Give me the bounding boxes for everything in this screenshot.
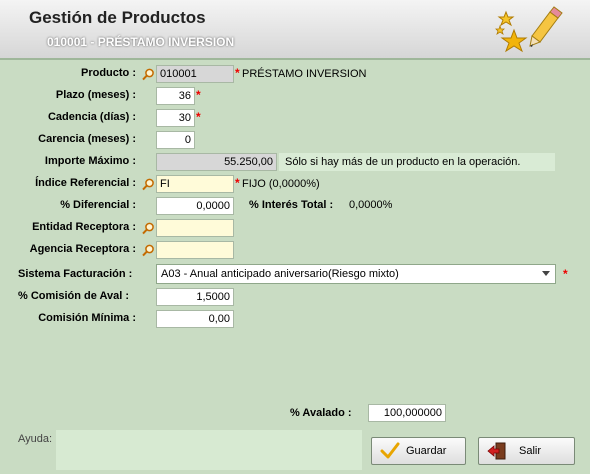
cadencia-field[interactable]: 30 (156, 109, 195, 127)
agencia-receptora-label: Agencia Receptora : (29, 243, 136, 255)
carencia-label: Carencia (meses) : (38, 133, 136, 145)
comision-aval-field[interactable]: 1,5000 (156, 288, 234, 306)
cadencia-label: Cadencia (días) : (47, 111, 136, 123)
sistema-facturacion-select[interactable]: A03 - Anual anticipado aniversario(Riesg… (156, 264, 556, 284)
exit-button[interactable]: Salir (478, 437, 575, 465)
producto-code-field[interactable]: 010001 (156, 65, 234, 83)
save-button[interactable]: Guardar (371, 437, 466, 465)
diferencial-field[interactable]: 0,0000 (156, 197, 234, 215)
agencia-receptora-field[interactable] (156, 241, 234, 259)
importe-maximo-hint: Sólo si hay más de un producto en la ope… (279, 153, 555, 171)
avalado-field[interactable]: 100,000000 (368, 404, 446, 422)
entidad-receptora-label: Entidad Receptora : (32, 221, 136, 233)
save-label: Guardar (406, 445, 447, 457)
sistema-facturacion-label: Sistema Facturación : (18, 268, 133, 280)
magnifier-icon[interactable] (142, 178, 155, 191)
avalado-label: % Avalado : (290, 407, 352, 419)
producto-label: Producto : (81, 67, 136, 79)
required-marker: * (196, 110, 201, 124)
exit-label: Salir (519, 445, 542, 457)
comision-aval-label: % Comisión de Aval : (18, 290, 130, 302)
magnifier-icon[interactable] (142, 68, 155, 81)
interes-total-value: 0,0000% (349, 199, 393, 211)
plazo-label: Plazo (meses) : (55, 89, 136, 101)
required-marker: * (235, 176, 240, 190)
interes-total-label: % Interés Total : (249, 199, 334, 211)
stars-pencil-icon (495, 6, 563, 53)
entidad-receptora-field[interactable] (156, 219, 234, 237)
help-text-area (56, 430, 362, 470)
importe-maximo-field: 55.250,00 (156, 153, 277, 171)
indice-referencial-field[interactable]: FI (156, 175, 234, 193)
indice-referencial-label: Índice Referencial : (35, 177, 136, 189)
sistema-facturacion-value: A03 - Anual anticipado aniversario(Riesg… (161, 268, 399, 280)
required-marker: * (563, 267, 568, 281)
required-marker: * (235, 66, 240, 80)
comision-minima-label: Comisión Mínima : (38, 312, 136, 324)
page-subtitle: 010001 - PRÉSTAMO INVERSION (47, 35, 235, 49)
indice-referencial-description: FIJO (0,0000%) (242, 178, 320, 190)
importe-maximo-label: Importe Máximo : (44, 155, 136, 167)
exit-door-icon (487, 442, 506, 460)
magnifier-icon[interactable] (142, 222, 155, 235)
required-marker: * (196, 88, 201, 102)
page-title: Gestión de Productos (29, 8, 206, 27)
checkmark-icon (380, 442, 400, 459)
comision-minima-field[interactable]: 0,00 (156, 310, 234, 328)
plazo-field[interactable]: 36 (156, 87, 195, 105)
magnifier-icon[interactable] (142, 244, 155, 257)
help-label: Ayuda: (18, 433, 53, 445)
producto-description: PRÉSTAMO INVERSION (242, 68, 367, 80)
chevron-down-icon[interactable] (542, 271, 550, 276)
diferencial-label: % Diferencial : (60, 199, 136, 211)
window-header: Gestión de Productos 010001 - PRÉSTAMO I… (0, 0, 590, 60)
carencia-field[interactable]: 0 (156, 131, 195, 149)
